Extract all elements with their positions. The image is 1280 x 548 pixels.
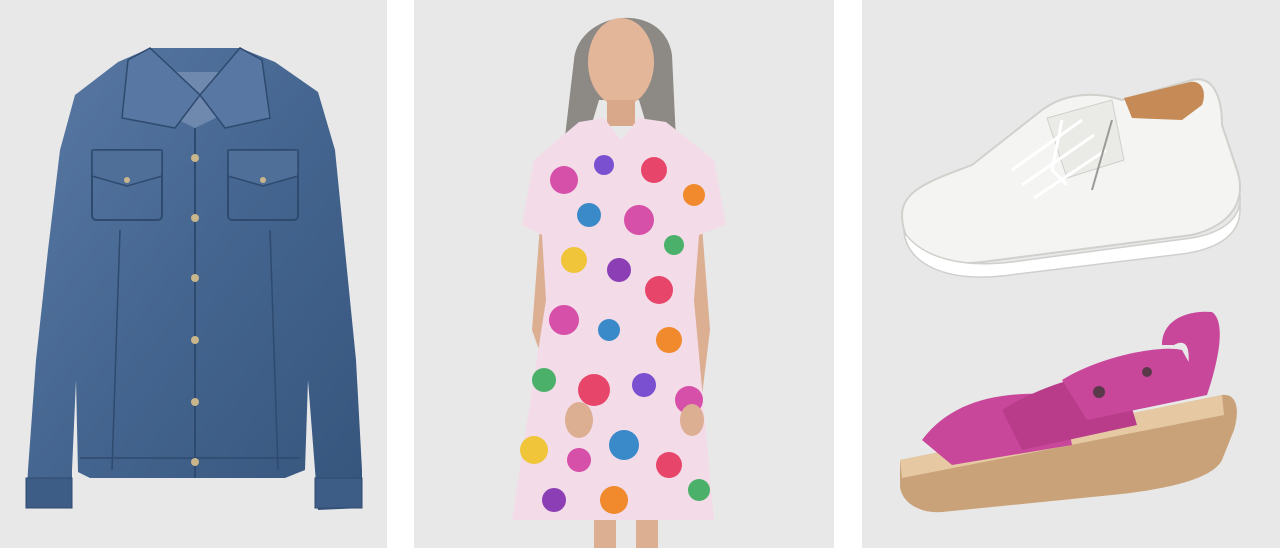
product-tile-denim-jacket[interactable] <box>0 0 387 548</box>
product-collage <box>0 0 1280 548</box>
denim-jacket-image <box>25 47 363 510</box>
white-sneaker-image <box>900 78 1241 278</box>
floral-dress-image <box>512 17 726 548</box>
shoes-image <box>900 78 1241 513</box>
pink-sandal-image <box>900 311 1237 513</box>
product-tile-shoes[interactable] <box>862 0 1280 548</box>
product-tile-floral-dress[interactable] <box>414 0 834 548</box>
